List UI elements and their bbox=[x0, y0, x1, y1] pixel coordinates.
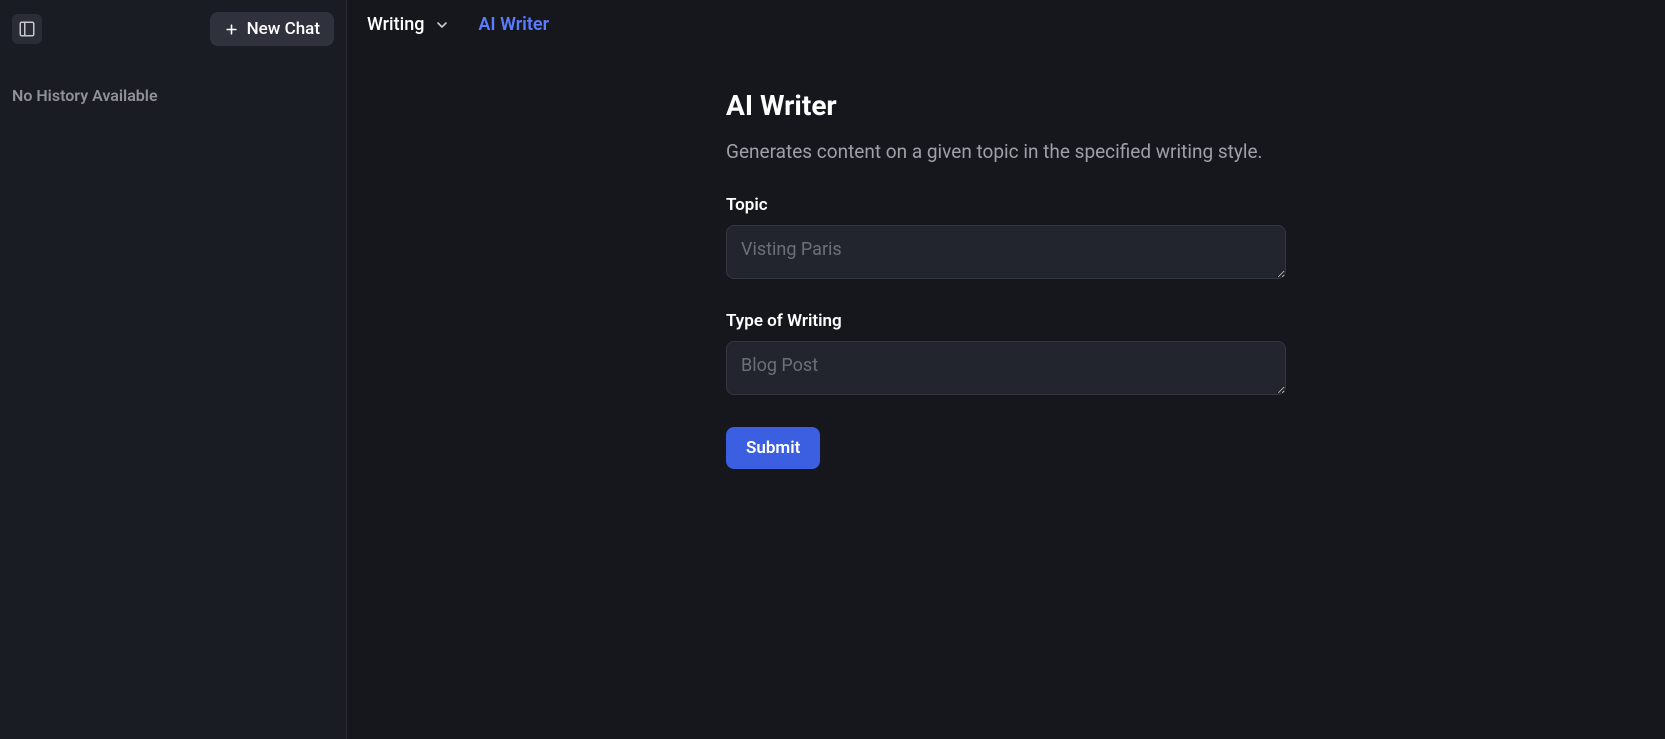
category-dropdown[interactable]: Writing bbox=[367, 14, 450, 35]
writing-type-input[interactable] bbox=[726, 341, 1286, 395]
sidebar-top: New Chat bbox=[0, 0, 346, 58]
page-title: AI Writer bbox=[726, 89, 1286, 122]
content: AI Writer Generates content on a given t… bbox=[347, 49, 1665, 739]
panel-icon bbox=[18, 20, 36, 38]
new-chat-button[interactable]: New Chat bbox=[210, 12, 334, 46]
sidebar-empty-message: No History Available bbox=[0, 58, 346, 105]
category-label: Writing bbox=[367, 14, 424, 35]
topbar: Writing AI Writer bbox=[347, 0, 1665, 49]
sidebar-toggle-button[interactable] bbox=[12, 14, 42, 44]
content-inner: AI Writer Generates content on a given t… bbox=[726, 89, 1286, 739]
form-group-topic: Topic bbox=[726, 195, 1286, 283]
active-tool-link[interactable]: AI Writer bbox=[478, 14, 549, 35]
plus-icon bbox=[224, 22, 239, 37]
topic-input[interactable] bbox=[726, 225, 1286, 279]
topic-label: Topic bbox=[726, 195, 1286, 215]
submit-button[interactable]: Submit bbox=[726, 427, 820, 469]
new-chat-label: New Chat bbox=[247, 19, 320, 39]
main: Writing AI Writer AI Writer Generates co… bbox=[347, 0, 1665, 739]
sidebar: New Chat No History Available bbox=[0, 0, 347, 739]
form-group-writing-type: Type of Writing bbox=[726, 311, 1286, 399]
page-description: Generates content on a given topic in th… bbox=[726, 140, 1286, 163]
writing-type-label: Type of Writing bbox=[726, 311, 1286, 331]
chevron-down-icon bbox=[434, 17, 450, 33]
